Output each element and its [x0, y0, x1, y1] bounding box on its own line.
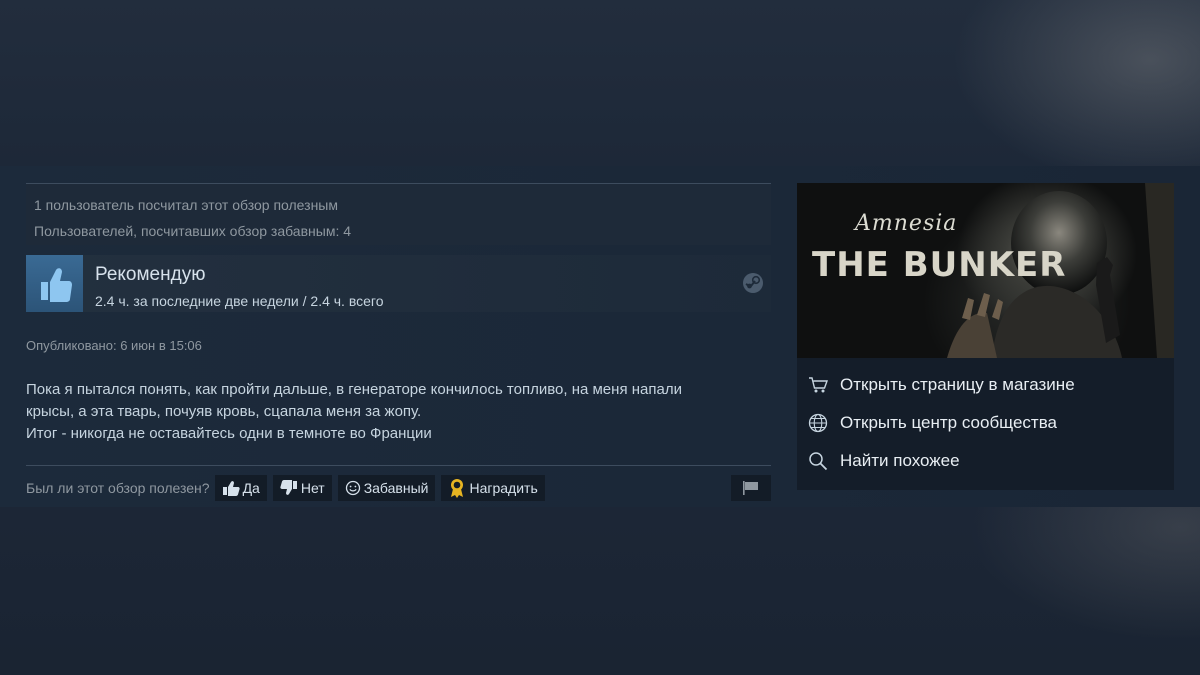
game-sidebar: Amnesia THE BUNKER Открыть страницу в ма…	[797, 183, 1174, 490]
link-community-hub[interactable]: Открыть центр сообщества	[797, 404, 1174, 442]
vote-summary: 1 пользователь посчитал этот обзор полез…	[26, 183, 771, 245]
link-community-hub-label: Открыть центр сообщества	[840, 413, 1058, 432]
helpful-count: 1 пользователь посчитал этот обзор полез…	[34, 197, 338, 213]
flag-icon	[743, 481, 758, 495]
vote-no-label: Нет	[300, 480, 325, 496]
award-icon	[451, 479, 464, 498]
capsule-title-top: Amnesia	[855, 211, 958, 236]
thumbs-up-icon	[222, 481, 240, 496]
thumbs-up-icon[interactable]	[26, 255, 83, 312]
link-open-store-label: Открыть страницу в магазине	[840, 375, 1075, 394]
funny-count: Пользователей, посчитавших обзор забавны…	[34, 223, 352, 239]
vote-yes-label: Да	[242, 480, 260, 496]
vote-funny-button[interactable]: Забавный	[337, 475, 436, 501]
vote-no-button[interactable]: Нет	[272, 475, 332, 501]
background-top	[0, 0, 1200, 166]
thumbs-down-icon	[280, 480, 297, 495]
link-find-similar[interactable]: Найти похожее	[797, 442, 1174, 480]
helpful-question: Был ли этот обзор полезен?	[26, 480, 210, 496]
steam-icon	[743, 273, 763, 293]
playtime: 2.4 ч. за последние две недели / 2.4 ч. …	[95, 293, 384, 309]
cart-icon	[807, 374, 829, 396]
vote-funny-label: Забавный	[363, 480, 429, 496]
report-button[interactable]	[731, 475, 771, 501]
background-bottom	[0, 507, 1200, 675]
capsule-title-main: THE BUNKER	[812, 245, 1067, 285]
review-line: крысы, а эта тварь, почуяв кровь, сцапал…	[26, 403, 422, 420]
review-line: Пока я пытался понять, как пройти дальше…	[26, 381, 682, 398]
game-capsule-image[interactable]: Amnesia THE BUNKER	[797, 183, 1174, 358]
review-body: Пока я пытался понять, как пройти дальше…	[26, 379, 771, 445]
review-line: Итог - никогда не оставайтесь одни в тем…	[26, 425, 432, 442]
search-icon	[807, 450, 829, 472]
globe-icon	[807, 412, 829, 434]
smiley-icon	[345, 480, 360, 496]
posted-date: Опубликовано: 6 июн в 15:06	[26, 338, 202, 353]
recommendation-header: Рекомендую 2.4 ч. за последние две недел…	[26, 255, 771, 312]
link-open-store[interactable]: Открыть страницу в магазине	[797, 366, 1174, 404]
helpful-controls: Был ли этот обзор полезен? Да Нет Забавн…	[26, 475, 771, 501]
review-block: 1 пользователь посчитал этот обзор полез…	[26, 183, 771, 501]
vote-yes-button[interactable]: Да	[214, 475, 267, 501]
divider	[26, 465, 771, 466]
link-find-similar-label: Найти похожее	[840, 451, 960, 470]
award-label: Наградить	[469, 480, 538, 496]
game-links: Открыть страницу в магазине Открыть цент…	[797, 358, 1174, 480]
recommendation-title[interactable]: Рекомендую	[95, 264, 205, 286]
award-button[interactable]: Наградить	[441, 475, 545, 501]
